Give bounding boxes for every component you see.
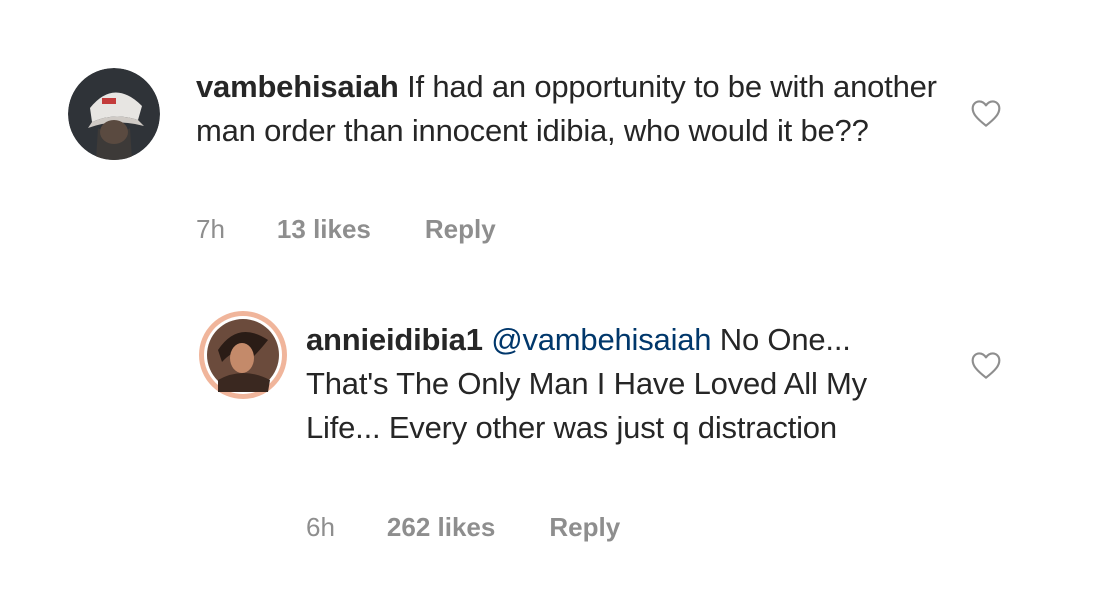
reply-button[interactable]: Reply (549, 512, 620, 543)
avatar-photo (199, 311, 287, 399)
comment-body: vambehisaiah If had an opportunity to be… (196, 65, 956, 153)
comment-username[interactable]: vambehisaiah (196, 69, 399, 104)
comment-username[interactable]: annieidibia1 (306, 322, 483, 357)
comment-time: 7h (196, 214, 225, 244)
heart-outline-icon[interactable] (970, 350, 1002, 380)
comment-likes[interactable]: 262 likes (387, 512, 495, 543)
comment-body: annieidibia1 @vambehisaiah No One... Tha… (306, 318, 916, 450)
user-avatar[interactable] (198, 310, 288, 400)
comment-meta: 7h 13 likes Reply (196, 214, 496, 245)
comment-meta: 6h 262 likes Reply (306, 512, 620, 543)
heart-outline-icon[interactable] (970, 98, 1002, 128)
comment-mention[interactable]: @vambehisaiah (491, 322, 711, 357)
comment-likes[interactable]: 13 likes (277, 214, 371, 245)
avatar-photo (68, 68, 160, 160)
reply-button[interactable]: Reply (425, 214, 496, 245)
comment-time: 6h (306, 512, 335, 542)
user-avatar[interactable] (68, 68, 160, 160)
